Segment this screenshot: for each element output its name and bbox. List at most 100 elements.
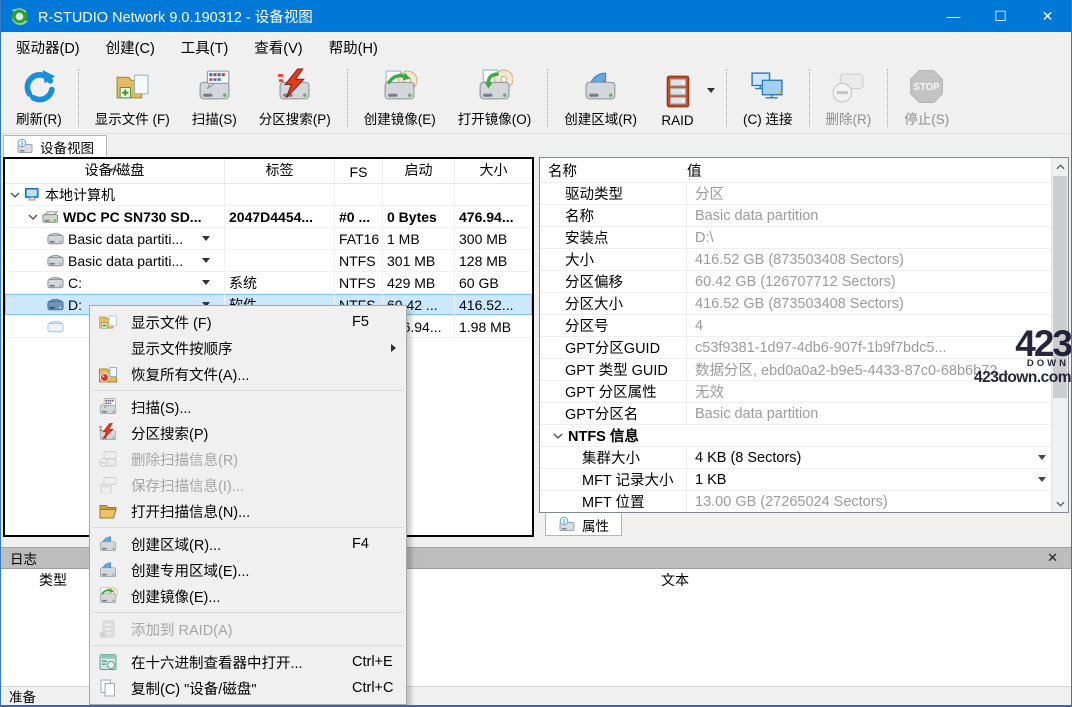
minimize-button[interactable]: — [930, 0, 977, 32]
close-button[interactable]: ✕ [1024, 0, 1071, 32]
device-table-col-header[interactable]: FS [335, 159, 383, 183]
toolbar-partition-search-button[interactable]: 分区搜索(P) [248, 66, 342, 130]
create-image-icon [381, 68, 418, 105]
tab-device-view[interactable]: i 设备视图 [3, 135, 107, 157]
menubar-item-create[interactable]: 创建(C) [93, 32, 168, 63]
property-row: 名称Basic data partition [540, 204, 1068, 226]
tree-row[interactable]: WDC PC SN730 SD...2047D4454...#0 ...0 By… [5, 206, 532, 228]
watermark: 423 DOWN 423down.com [953, 325, 1071, 385]
context-menu-item-create-exclusive-region[interactable]: 创建专用区域(E)... [90, 557, 406, 583]
toolbar-create-region-button[interactable]: 创建区域(R) [553, 66, 648, 130]
label-cell [225, 228, 335, 249]
log-close-icon[interactable]: ✕ [1043, 550, 1062, 566]
row-dropdown-icon[interactable] [202, 258, 210, 263]
copy-icon [98, 678, 118, 698]
size-cell: 128 MB [455, 250, 532, 271]
properties-tab-icon: i [558, 516, 576, 534]
toolbar-scan-label: 扫描(S) [192, 108, 237, 128]
toolbar-scan-button[interactable]: 扫描(S) [181, 66, 248, 130]
property-row: 驱动类型分区 [540, 182, 1068, 204]
property-value-text: 无效 [695, 381, 724, 402]
menubar-item-view[interactable]: 查看(V) [241, 32, 315, 63]
menubar-item-drives[interactable]: 驱动器(D) [3, 32, 93, 63]
expander-chevron-icon[interactable] [27, 214, 39, 220]
scroll-up-icon[interactable] [1052, 158, 1068, 175]
context-menu-item-partition-search[interactable]: 分区搜索(P) [90, 420, 406, 446]
app-logo-icon [10, 7, 29, 26]
disk-icon [42, 209, 59, 224]
tree-row[interactable]: Basic data partiti...FAT161 MB300 MB [5, 228, 532, 250]
value-dropdown-icon[interactable] [1038, 455, 1046, 460]
partition-icon [47, 253, 64, 268]
menu-item-label: 创建镜像(E)... [131, 586, 352, 607]
context-menu-item-scan[interactable]: 扫描(S)... [90, 394, 406, 420]
menu-item-shortcut: F4 [352, 536, 400, 552]
create-region-icon [98, 534, 118, 554]
properties-col-value[interactable]: 值 [687, 160, 702, 181]
log-col-text[interactable]: 文本 [661, 569, 689, 591]
menubar-item-help[interactable]: 帮助(H) [316, 32, 391, 63]
property-value[interactable]: 1 KB [687, 472, 1068, 488]
tree-row[interactable]: 本地计算机 [5, 184, 532, 206]
boot-cell: 0 Bytes [383, 206, 455, 227]
property-value: 416.52 GB (873503408 Sectors) [687, 296, 1068, 312]
properties-col-name[interactable]: 名称 [540, 160, 687, 181]
scroll-down-icon[interactable] [1052, 495, 1068, 512]
device-table-col-header[interactable]: 大小 [455, 159, 532, 183]
device-table-header: 设备/磁盘标签FS启动大小 [5, 159, 532, 184]
maximize-button[interactable]: ☐ [977, 0, 1024, 32]
device-table-col-header[interactable]: 启动 [383, 159, 455, 183]
property-name: GPT 类型 GUID [540, 359, 687, 380]
context-menu-item-create-image[interactable]: 创建镜像(E)... [90, 583, 406, 609]
context-menu-item-open-in-hex-viewer[interactable]: 在十六进制查看器中打开...Ctrl+E [90, 649, 406, 675]
context-menu-item-show-files-sorted[interactable]: 显示文件按顺序 [90, 335, 406, 361]
section-chevron-icon[interactable] [552, 433, 564, 439]
toolbar-refresh-button[interactable]: 刷新(R) [5, 66, 73, 130]
toolbar-create-region-label: 创建区域(R) [564, 108, 637, 128]
row-dropdown-icon[interactable] [202, 236, 210, 241]
boot-cell: 301 MB [383, 250, 455, 271]
property-value-text: 416.52 GB (873503408 Sectors) [695, 296, 904, 312]
property-value[interactable]: 4 KB (8 Sectors) [687, 450, 1068, 466]
value-dropdown-icon[interactable] [1038, 477, 1046, 482]
size-cell: 300 MB [455, 228, 532, 249]
context-menu-item-create-region[interactable]: 创建区域(R)...F4 [90, 531, 406, 557]
open-image-icon [476, 68, 513, 105]
r-studio-window: R-STUDIO Network 9.0.190312 - 设备视图 — ☐ ✕… [0, 0, 1072, 707]
raid-icon [659, 73, 696, 110]
toolbar-connect-button[interactable]: (C) 连接 [732, 66, 804, 130]
toolbar-open-image-button[interactable]: 打开镜像(O) [447, 66, 543, 130]
context-menu-item-recover-all-files[interactable]: 恢复所有文件(A)... [90, 361, 406, 387]
toolbar-stop-button: STOP停止(S) [893, 66, 960, 130]
title-bar: R-STUDIO Network 9.0.190312 - 设备视图 — ☐ ✕ [1, 0, 1071, 32]
property-row: 分区大小416.52 GB (873503408 Sectors) [540, 292, 1068, 314]
tree-row[interactable]: C:系统NTFS429 MB60 GB [5, 272, 532, 294]
create-image-icon [98, 586, 118, 606]
property-name-text: GPT 类型 GUID [565, 359, 668, 380]
menu-item-label: 在十六进制查看器中打开... [131, 652, 352, 673]
device-table-col-header[interactable]: 标签 [225, 159, 335, 183]
toolbar-raid-dropdown-arrow[interactable] [707, 66, 721, 130]
property-row: 集群大小4 KB (8 Sectors) [540, 446, 1068, 468]
device-cell: C: [5, 272, 225, 293]
tree-row[interactable]: Basic data partiti...NTFS301 MB128 MB [5, 250, 532, 272]
property-row: 大小416.52 GB (873503408 Sectors) [540, 248, 1068, 270]
expander-chevron-icon[interactable] [9, 192, 21, 198]
toolbar-raid-button[interactable]: RAID [648, 66, 707, 130]
tab-properties[interactable]: i 属性 [545, 513, 622, 536]
property-value: 13.00 GB (27265024 Sectors) [687, 494, 1068, 510]
toolbar-create-image-button[interactable]: 创建镜像(E) [353, 66, 447, 130]
context-menu-item-copy[interactable]: 复制(C) "设备/磁盘"Ctrl+C [90, 675, 406, 701]
menubar-item-tools[interactable]: 工具(T) [168, 32, 242, 63]
property-name: 集群大小 [540, 447, 687, 468]
property-name: 大小 [540, 249, 687, 270]
size-cell [455, 184, 532, 205]
toolbar-show-files-button[interactable]: 显示文件 (F) [84, 66, 181, 130]
watermark-site: 423down.com [953, 370, 1071, 386]
row-dropdown-icon[interactable] [202, 280, 210, 285]
context-menu-item-show-files[interactable]: 显示文件 (F)F5 [90, 309, 406, 335]
menu-item-label: 恢复所有文件(A)... [131, 364, 352, 385]
menu-bar: 驱动器(D)创建(C)工具(T)查看(V)帮助(H) [1, 32, 1071, 62]
context-menu-item-open-scan-info[interactable]: 打开扫描信息(N)... [90, 498, 406, 524]
empty-space-icon [47, 319, 64, 334]
